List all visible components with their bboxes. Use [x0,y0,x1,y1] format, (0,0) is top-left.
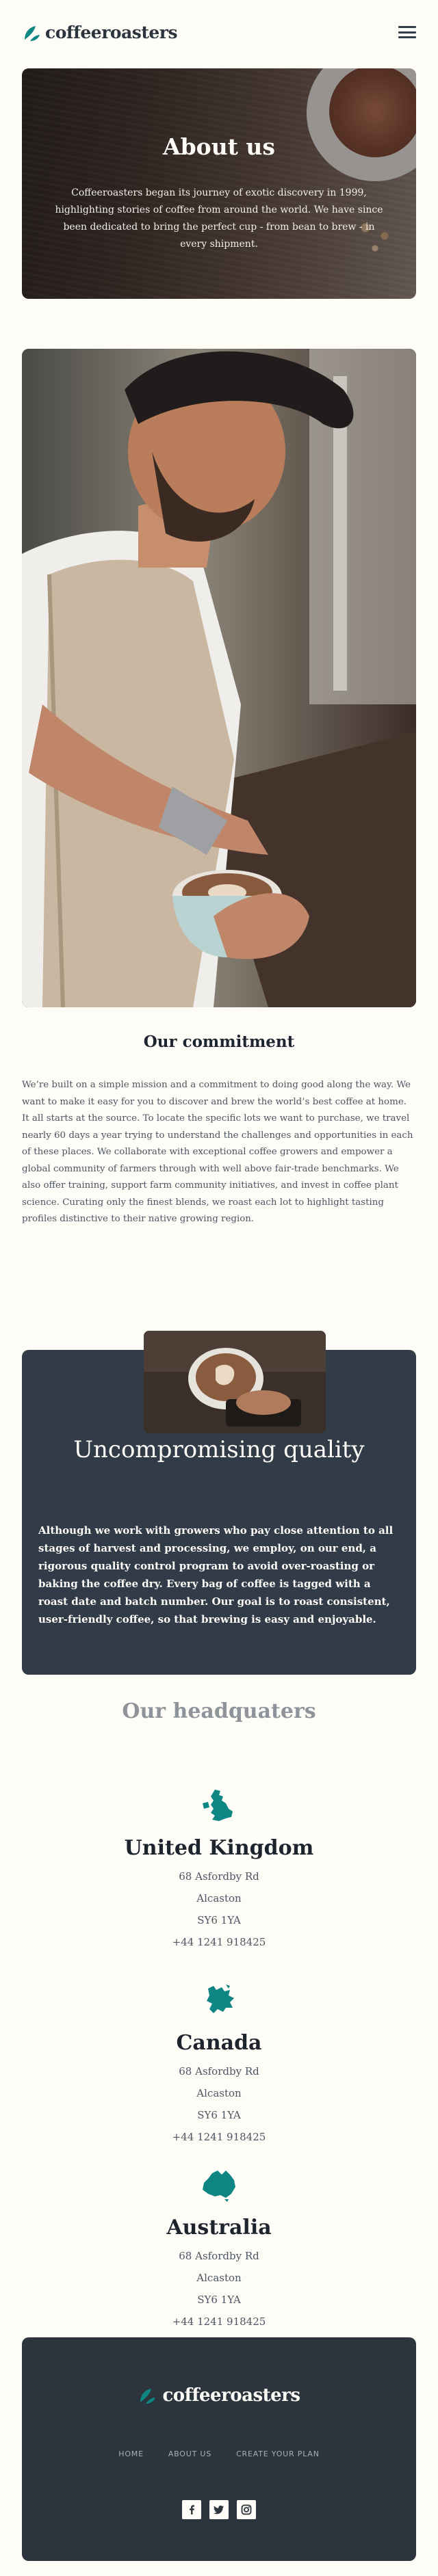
footer-nav-about[interactable]: ABOUT US [168,2449,211,2458]
leaf-logo-icon [140,2389,156,2404]
footer-nav-home[interactable]: HOME [118,2449,144,2458]
location-canada: Canada 68 Asfordby Rd Alcaston SY6 1YA +… [0,1983,438,2148]
footer-logo[interactable]: coffeeroasters [22,2385,416,2406]
location-uk: United Kingdom 68 Asfordby Rd Alcaston S… [0,1788,438,1953]
location-address: 68 Asfordby Rd [179,2065,259,2077]
location-country: Australia [166,2216,272,2240]
instagram-icon[interactable] [237,2500,256,2519]
location-postcode: SY6 1YA [197,1914,241,1926]
footer-nav-create-plan[interactable]: CREATE YOUR PLAN [236,2449,320,2458]
barista-photo [22,349,416,1007]
brand-name: coffeeroasters [45,23,178,42]
location-postcode: SY6 1YA [197,2109,241,2121]
location-phone: +44 1241 918425 [172,1936,266,1948]
location-address: 68 Asfordby Rd [179,1870,259,1883]
hero-description: Coffeeroasters began its journey of exot… [55,187,383,250]
uk-map-icon [203,1790,233,1821]
location-australia: Australia 68 Asfordby Rd Alcaston SY6 1Y… [0,2168,438,2333]
about-hero: About us Coffeeroasters began its journe… [22,68,416,299]
location-country: Canada [176,2031,262,2055]
canada-map-icon [207,1984,234,2013]
facebook-icon[interactable] [182,2500,201,2519]
location-city: Alcaston [196,1892,242,1904]
brand-logo[interactable]: coffeeroasters [22,23,178,42]
quality-text: Although we work with growers who pay cl… [38,1524,394,1625]
leaf-logo-icon [25,25,40,41]
location-postcode: SY6 1YA [197,2294,241,2306]
commitment-title: Our commitment [143,1033,295,1051]
twitter-icon[interactable] [209,2500,229,2519]
location-phone: +44 1241 918425 [172,2131,266,2143]
headquarters-title: Our headquaters [122,1699,316,1723]
footer-brand-name: coffeeroasters [162,2385,300,2406]
commitment-text: We’re built on a simple mission and a co… [22,1080,413,1224]
page-title: About us [163,133,275,160]
location-country: United Kingdom [124,1836,314,1860]
latte-art-photo [144,1331,326,1433]
hamburger-icon[interactable] [398,26,416,38]
site-header: coffeeroasters [0,0,438,66]
australia-map-icon [203,2170,235,2202]
location-city: Alcaston [196,2087,242,2099]
site-footer: coffeeroasters HOME ABOUT US CREATE YOUR… [22,2337,416,2561]
location-city: Alcaston [196,2272,242,2284]
location-phone: +44 1241 918425 [172,2315,266,2328]
quality-title: Uncompromising quality [73,1436,365,1463]
social-links [22,2500,416,2519]
footer-nav: HOME ABOUT US CREATE YOUR PLAN [22,2449,416,2458]
location-address: 68 Asfordby Rd [179,2250,259,2262]
